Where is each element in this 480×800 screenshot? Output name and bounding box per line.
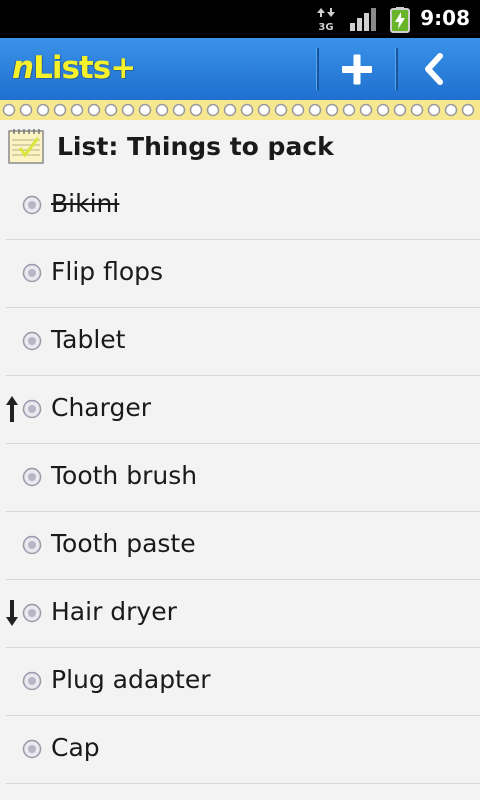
list-item[interactable]: Bikini bbox=[0, 172, 480, 240]
bullet-icon bbox=[22, 603, 42, 623]
app-bar: nLists+ bbox=[0, 38, 480, 100]
battery-charging-icon bbox=[390, 7, 410, 33]
list-item-label: Tablet bbox=[51, 325, 126, 354]
page-title: List: Things to pack bbox=[57, 132, 334, 161]
back-button[interactable] bbox=[398, 38, 474, 100]
data-transfer-icon: 3G bbox=[317, 8, 335, 31]
list-item[interactable]: Hair dryer bbox=[0, 580, 480, 648]
chevron-left-icon bbox=[425, 53, 443, 85]
list-item-label: Hair dryer bbox=[51, 597, 177, 626]
network-type: 3G bbox=[318, 22, 333, 31]
list-item[interactable]: Tooth paste bbox=[0, 512, 480, 580]
bullet-icon bbox=[22, 739, 42, 759]
move-up-arrow-icon[interactable] bbox=[4, 395, 20, 423]
move-down-arrow-icon[interactable] bbox=[4, 599, 20, 627]
bullet-icon bbox=[22, 331, 42, 351]
bullet-icon bbox=[22, 399, 42, 419]
list-item[interactable]: Plug adapter bbox=[0, 648, 480, 716]
list-item-label: Flip flops bbox=[51, 257, 164, 286]
list-item-label: Tooth brush bbox=[51, 461, 198, 490]
list-item-label: Tooth paste bbox=[51, 529, 196, 558]
status-bar: 3G 9:08 bbox=[0, 0, 480, 38]
add-item-button[interactable] bbox=[319, 38, 395, 100]
bullet-icon bbox=[22, 467, 42, 487]
notebook-ribbon bbox=[0, 100, 480, 120]
app-logo: nLists+ bbox=[12, 50, 136, 86]
list-header: List: Things to pack bbox=[0, 120, 480, 174]
list-item[interactable]: Tablet bbox=[0, 308, 480, 376]
clock: 9:08 bbox=[420, 6, 470, 30]
list-item[interactable]: Charger bbox=[0, 376, 480, 444]
bullet-icon bbox=[22, 263, 42, 283]
list-item[interactable]: Cap bbox=[0, 716, 480, 784]
list-item-label: Bikini bbox=[51, 189, 120, 218]
list-item-label: Plug adapter bbox=[51, 665, 211, 694]
bullet-icon bbox=[22, 671, 42, 691]
row-divider bbox=[6, 783, 480, 784]
plus-icon bbox=[342, 54, 372, 85]
bullet-icon bbox=[22, 195, 42, 215]
list-item[interactable]: Flip flops bbox=[0, 240, 480, 308]
list-item[interactable]: Tooth brush bbox=[0, 444, 480, 512]
notepad-icon bbox=[8, 129, 44, 164]
bullet-icon bbox=[22, 535, 42, 555]
list-item-label: Cap bbox=[51, 733, 100, 762]
signal-icon bbox=[350, 8, 376, 31]
notebook-rings-decoration bbox=[2, 103, 475, 117]
list-item-label: Charger bbox=[51, 393, 151, 422]
item-list: Bikini Flip flops Tablet Charger Tooth brush… bbox=[0, 172, 480, 784]
